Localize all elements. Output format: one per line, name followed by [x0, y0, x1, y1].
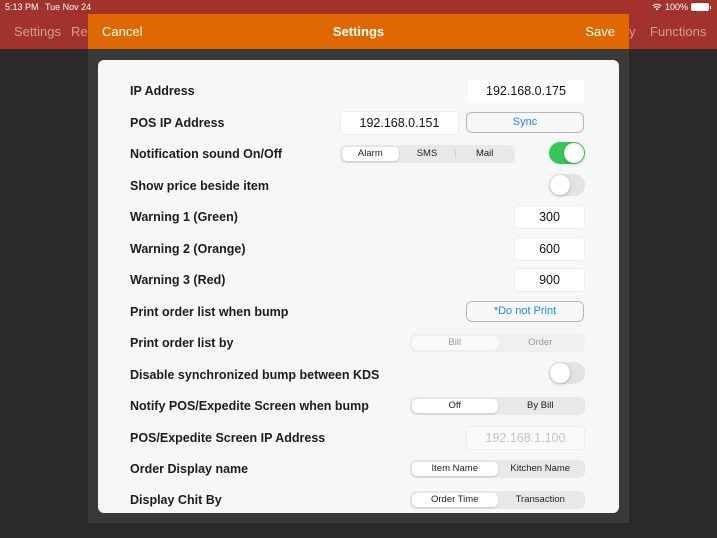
print-by-label: Print order list by	[130, 336, 234, 350]
print-by-segmented: Bill Order	[410, 334, 585, 352]
display-chit-by-segmented: Order Time Transaction	[410, 491, 585, 509]
order-display-name-segmented: Item Name Kitchen Name	[410, 460, 585, 478]
segment-order-time[interactable]: Order Time	[412, 493, 498, 507]
status-right: 100%	[652, 2, 711, 12]
warning-2-label: Warning 2 (Orange)	[130, 242, 246, 256]
status-date: Tue Nov 24	[45, 2, 92, 12]
ip-address-label: IP Address	[130, 84, 195, 98]
row-warning-2: Warning 2 (Orange) 600	[98, 234, 619, 264]
row-warning-1: Warning 1 (Green) 300	[98, 202, 619, 232]
segment-alarm[interactable]: Alarm	[342, 147, 399, 161]
segment-by-bill[interactable]: By Bill	[498, 399, 584, 413]
display-chit-by-label: Display Chit By	[130, 493, 222, 507]
notification-sound-toggle[interactable]	[549, 142, 585, 164]
battery-percent: 100%	[664, 2, 688, 12]
row-pos-expedite-ip: POS/Expedite Screen IP Address 192.168.1…	[98, 423, 619, 453]
row-print-when-bump: Print order list when bump *Do not Print	[98, 297, 619, 327]
segment-kitchen-name[interactable]: Kitchen Name	[498, 462, 584, 476]
warning-3-label: Warning 3 (Red)	[130, 273, 226, 287]
disable-sync-bump-toggle[interactable]	[549, 362, 585, 384]
row-ip-address: IP Address 192.168.0.175	[98, 76, 619, 106]
pos-ip-address-label: POS IP Address	[130, 116, 225, 130]
sync-button[interactable]: Sync	[466, 112, 584, 133]
warning-3-field[interactable]: 900	[514, 268, 585, 292]
row-print-by: Print order list by Bill Order	[98, 328, 619, 358]
segment-off[interactable]: Off	[412, 399, 498, 413]
row-warning-3: Warning 3 (Red) 900	[98, 265, 619, 295]
warning-2-field[interactable]: 600	[514, 237, 585, 261]
modal-title: Settings	[332, 24, 385, 39]
print-when-bump-label: Print order list when bump	[130, 305, 289, 319]
segment-sms[interactable]: SMS	[399, 147, 456, 161]
notification-sound-label: Notification sound On/Off	[130, 147, 283, 161]
pos-expedite-ip-field[interactable]: 192.168.1.100	[466, 426, 585, 450]
order-display-name-label: Order Display name	[130, 462, 249, 476]
notify-pos-segmented: Off By Bill	[410, 397, 585, 415]
toggle-knob	[550, 175, 570, 195]
ip-address-field[interactable]: 192.168.0.175	[468, 80, 584, 102]
pos-ip-address-field[interactable]: 192.168.0.151	[340, 111, 459, 135]
row-notify-pos: Notify POS/Expedite Screen when bump Off…	[98, 391, 619, 421]
nav-tab-settings[interactable]: Settings	[14, 24, 61, 39]
warning-1-field[interactable]: 300	[514, 205, 585, 229]
wifi-icon	[652, 3, 662, 11]
pos-expedite-ip-label: POS/Expedite Screen IP Address	[130, 431, 326, 445]
notification-sound-segmented: Alarm SMS Mail	[340, 145, 515, 163]
battery-icon	[691, 3, 711, 11]
modal-header: Cancel Settings Save	[88, 14, 629, 49]
status-bar: 5:13 PM Tue Nov 24 100%	[0, 0, 717, 14]
row-order-display-name: Order Display name Item Name Kitchen Nam…	[98, 454, 619, 484]
warning-1-label: Warning 1 (Green)	[130, 210, 238, 224]
row-disable-sync-bump: Disable synchronized bump between KDS	[98, 360, 619, 390]
segment-order[interactable]: Order	[498, 336, 584, 350]
segment-item-name[interactable]: Item Name	[412, 462, 498, 476]
row-notification-sound: Notification sound On/Off Alarm SMS Mail	[98, 139, 619, 169]
nav-tab-history[interactable]: y	[629, 24, 636, 39]
save-button[interactable]: Save	[585, 24, 615, 39]
show-price-toggle[interactable]	[549, 174, 585, 196]
segment-transaction[interactable]: Transaction	[498, 493, 584, 507]
show-price-label: Show price beside item	[130, 179, 269, 193]
status-time: 5:13 PM	[5, 2, 39, 12]
disable-sync-bump-label: Disable synchronized bump between KDS	[130, 368, 380, 382]
toggle-knob	[550, 363, 570, 383]
row-display-chit-by: Display Chit By Order Time Transaction	[98, 485, 619, 513]
row-pos-ip-address: POS IP Address 192.168.0.151 Sync	[98, 108, 619, 138]
print-when-bump-button[interactable]: *Do not Print	[466, 301, 584, 322]
nav-tab-functions[interactable]: Functions	[650, 24, 706, 39]
segment-mail[interactable]: Mail	[456, 147, 513, 161]
notify-pos-label: Notify POS/Expedite Screen when bump	[130, 399, 369, 413]
row-show-price: Show price beside item	[98, 171, 619, 201]
segment-bill[interactable]: Bill	[412, 336, 498, 350]
settings-card: IP Address 192.168.0.175 POS IP Address …	[98, 60, 619, 513]
toggle-knob	[564, 143, 584, 163]
